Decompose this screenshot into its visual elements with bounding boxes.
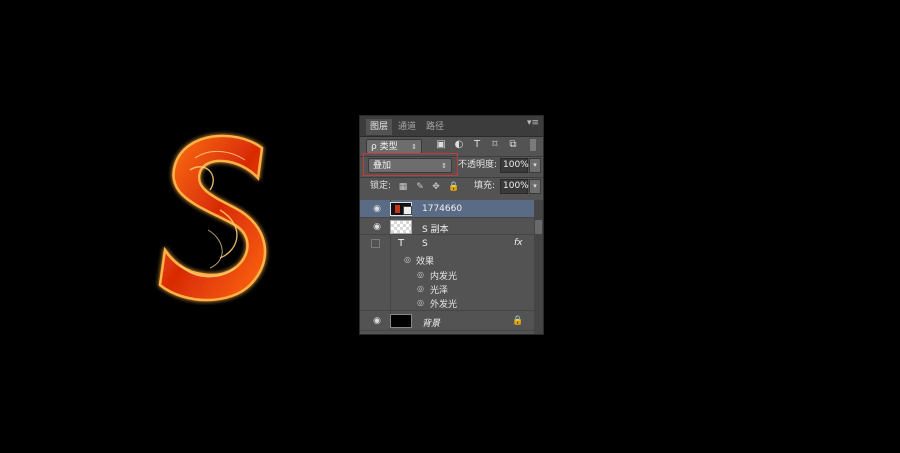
effect-eye-icon[interactable]: ◎ (417, 270, 424, 279)
layer-name: S 副本 (422, 225, 449, 235)
layer-name: 1774660 (422, 204, 463, 214)
filter-type-dropdown[interactable]: ρ 类型 ⇕ (366, 139, 422, 154)
filter-type-label: ρ 类型 (371, 142, 398, 152)
fill-slider-toggle[interactable]: ▾ (529, 179, 541, 194)
lock-transparent-icon[interactable]: ▦ (398, 182, 408, 192)
layer-thumbnail (390, 202, 412, 216)
fill-label: 填充: (474, 181, 496, 191)
type-filter-icon[interactable]: T (471, 139, 483, 151)
layer-lock-icon: 🔒 (512, 316, 524, 326)
hidden-visibility-box[interactable] (371, 239, 380, 248)
lock-position-icon[interactable]: ✥ (431, 182, 441, 192)
fill-input[interactable]: 100% (500, 179, 529, 194)
layer-name: S (422, 239, 428, 249)
layer-row-s-copy[interactable]: ◉ S 副本 (360, 218, 534, 235)
adjustment-filter-icon[interactable]: ◐ (453, 139, 465, 151)
fx-icon[interactable]: fx (514, 238, 523, 248)
layers-scrollbar[interactable] (534, 200, 543, 334)
type-layer-icon: T (398, 238, 405, 249)
effect-outer-glow: 外发光 (430, 300, 458, 310)
effects-label: 效果 (416, 257, 435, 267)
lock-row: 锁定: ▦ ✎ ✥ 🔒 填充: 100% ▾ (360, 179, 543, 196)
eye-icon[interactable]: ◉ (371, 223, 383, 232)
lock-all-icon[interactable]: 🔒 (448, 182, 459, 192)
effects-eye-icon[interactable]: ◎ (404, 255, 411, 264)
layer-thumbnail (390, 314, 412, 328)
tab-layers[interactable]: 图层 (366, 119, 393, 135)
divider (360, 177, 543, 178)
opacity-label: 不透明度: (458, 160, 498, 170)
image-filter-icon[interactable]: ▣ (435, 139, 447, 151)
scrollbar-thumb[interactable] (535, 220, 542, 234)
layers-list: ◉ 1774660 ◉ S 副本 T S fx ◎ 效果 ◎ 内发光 ◎ 光泽 … (360, 200, 534, 334)
layers-panel: 图层 通道 路径 ▾≡ ρ 类型 ⇕ ▣ ◐ T ⌑ ⧉ 叠加 ⇕ 不透明度: … (359, 115, 544, 335)
opacity-input[interactable]: 100% (500, 158, 529, 173)
eye-icon[interactable]: ◉ (371, 317, 383, 326)
effect-eye-icon[interactable]: ◎ (417, 284, 424, 293)
effect-inner-glow: 内发光 (430, 272, 458, 282)
tab-paths[interactable]: 路径 (422, 120, 448, 134)
eye-icon[interactable]: ◉ (371, 205, 383, 214)
layer-row-1774660[interactable]: ◉ 1774660 (360, 200, 534, 218)
effect-eye-icon[interactable]: ◎ (417, 298, 424, 307)
filter-toggle-icon[interactable] (530, 139, 536, 151)
lock-label: 锁定: (370, 181, 392, 191)
blend-mode-highlight (363, 153, 458, 176)
filter-row: ρ 类型 ⇕ ▣ ◐ T ⌑ ⧉ (360, 139, 543, 154)
smart-object-filter-icon[interactable]: ⧉ (507, 139, 519, 151)
panel-menu-icon[interactable]: ▾≡ (527, 118, 539, 128)
shape-filter-icon[interactable]: ⌑ (489, 139, 501, 151)
layer-thumbnail (390, 220, 412, 234)
layer-row-background[interactable]: ◉ 背景 🔒 (360, 311, 534, 331)
opacity-slider-toggle[interactable]: ▾ (529, 158, 541, 173)
lock-paint-icon[interactable]: ✎ (415, 182, 425, 192)
layer-row-s[interactable]: T S fx ◎ 效果 ◎ 内发光 ◎ 光泽 ◎ 外发光 (360, 235, 534, 311)
effect-satin: 光泽 (430, 286, 449, 296)
layer-name: 背景 (422, 319, 441, 329)
tab-channels[interactable]: 通道 (394, 120, 420, 134)
fire-letter-s (158, 134, 267, 302)
panel-tabbar: 图层 通道 路径 ▾≡ (360, 116, 543, 137)
